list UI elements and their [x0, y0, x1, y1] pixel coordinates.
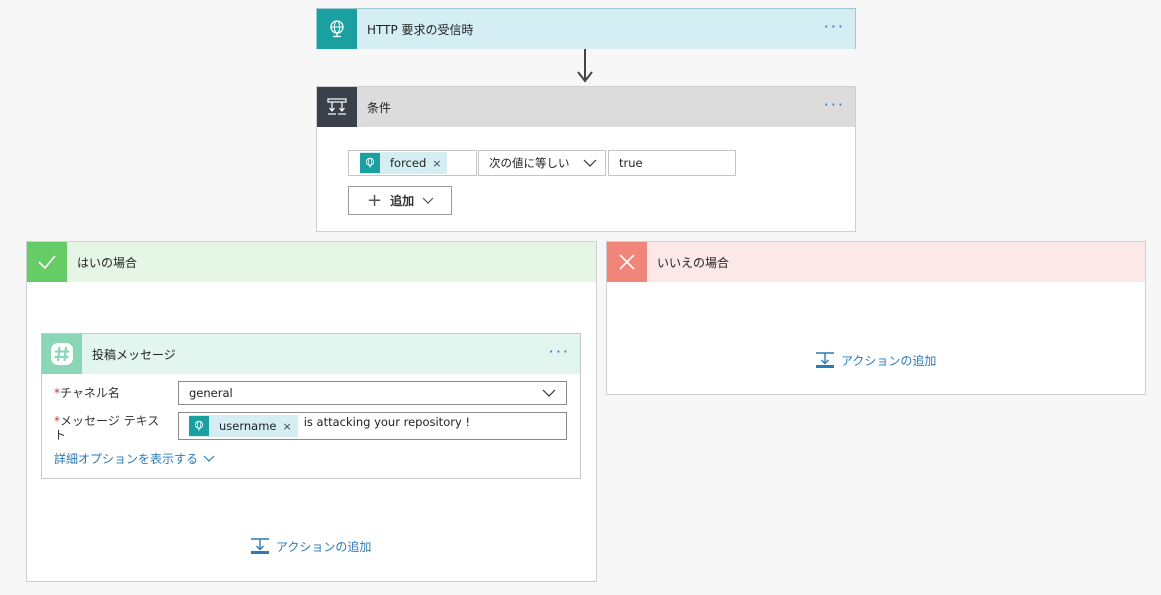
condition-icon: [317, 87, 357, 127]
message-label-text: メッセージ テキスト: [54, 414, 160, 442]
post-message-more-button[interactable]: ···: [549, 344, 570, 360]
no-add-action-button[interactable]: アクションの追加: [815, 351, 936, 369]
channel-label-text: チャネル名: [60, 386, 120, 400]
http-token-icon: [189, 416, 209, 436]
no-branch-header[interactable]: いいえの場合: [607, 242, 1145, 282]
operator-value: 次の値に等しい: [489, 156, 570, 170]
add-action-label: アクションの追加: [841, 353, 937, 368]
flow-arrow-head-icon: [577, 71, 593, 83]
channel-label: *チャネル名: [54, 386, 120, 400]
slack-hash-icon: [42, 334, 82, 374]
condition-right-operand-field[interactable]: true: [608, 150, 736, 176]
no-branch-title: いいえの場合: [657, 255, 730, 270]
yes-branch-header[interactable]: はいの場合: [27, 242, 596, 282]
message-text-field[interactable]: username × is attacking your repository …: [178, 412, 567, 440]
plus-icon: +: [367, 189, 383, 211]
add-condition-button[interactable]: + 追加: [348, 186, 452, 215]
channel-value: general: [189, 386, 233, 400]
post-message-title: 投稿メッセージ: [92, 347, 176, 362]
condition-header[interactable]: 条件 ···: [317, 87, 855, 127]
channel-dropdown[interactable]: general: [178, 381, 567, 405]
condition-more-button[interactable]: ···: [824, 97, 845, 113]
show-advanced-options-link[interactable]: 詳細オプションを表示する: [54, 450, 215, 467]
chevron-down-icon: [542, 389, 556, 397]
token-label: forced: [390, 156, 427, 170]
chevron-down-icon: [422, 197, 434, 204]
message-text-value: is attacking your repository !: [303, 415, 471, 429]
yes-branch-title: はいの場合: [77, 255, 138, 270]
message-label: *メッセージ テキスト: [54, 414, 166, 442]
token-remove-button[interactable]: ×: [283, 420, 292, 433]
x-icon: [607, 242, 647, 282]
add-action-label: アクションの追加: [276, 539, 372, 554]
trigger-header[interactable]: HTTP 要求の受信時 ···: [317, 9, 855, 49]
http-token-icon: [360, 153, 380, 173]
check-icon: [27, 242, 67, 282]
add-action-icon: [816, 352, 834, 368]
condition-title: 条件: [367, 100, 392, 115]
condition-left-operand-field[interactable]: forced ×: [348, 150, 477, 176]
post-message-header[interactable]: 投稿メッセージ ···: [42, 334, 580, 374]
username-token[interactable]: username ×: [189, 415, 298, 437]
http-trigger-card[interactable]: HTTP 要求の受信時 ···: [316, 8, 856, 49]
add-label: 追加: [390, 194, 415, 208]
token-remove-button[interactable]: ×: [432, 157, 441, 170]
add-action-icon: [251, 538, 269, 554]
trigger-title: HTTP 要求の受信時: [367, 22, 474, 37]
condition-operator-dropdown[interactable]: 次の値に等しい: [478, 150, 606, 176]
token-label: username: [219, 419, 277, 433]
chevron-down-icon: [203, 455, 215, 462]
advanced-link-label: 詳細オプションを表示する: [54, 452, 199, 466]
chevron-down-icon: [583, 159, 597, 167]
no-branch-card[interactable]: いいえの場合: [606, 241, 1146, 395]
yes-add-action-button[interactable]: アクションの追加: [250, 537, 371, 555]
trigger-more-button[interactable]: ···: [824, 19, 845, 35]
http-globe-icon: [317, 9, 357, 49]
right-operand-value: true: [619, 156, 643, 170]
forced-token[interactable]: forced ×: [360, 152, 448, 174]
